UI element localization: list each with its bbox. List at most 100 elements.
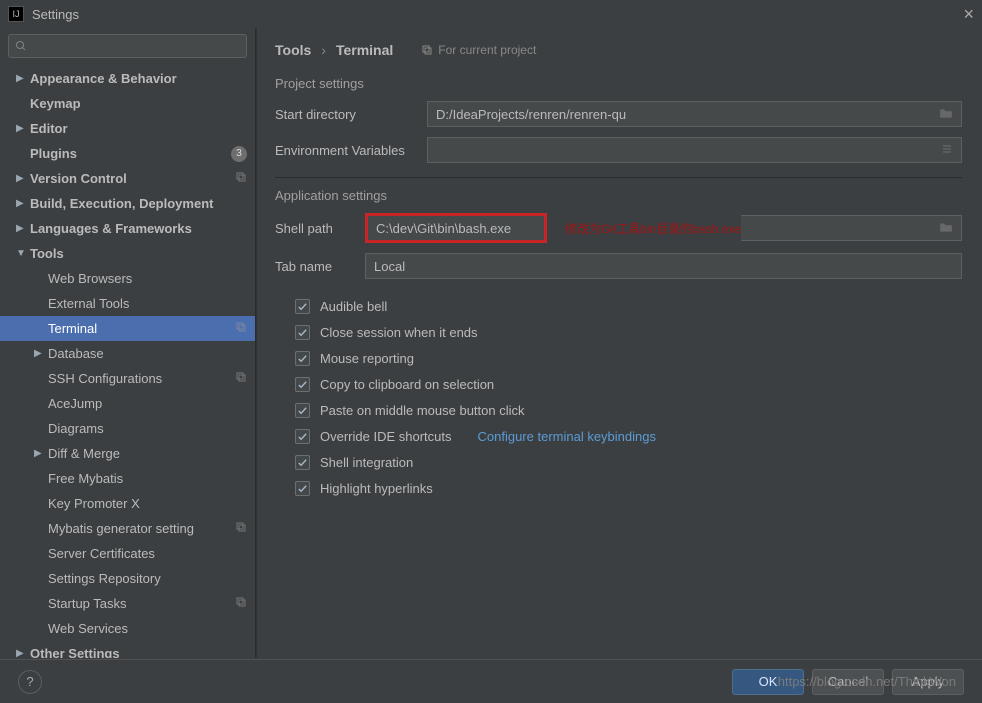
sidebar-item-build-execution-deployment[interactable]: ▶Build, Execution, Deployment xyxy=(0,191,255,216)
checkbox[interactable] xyxy=(295,351,310,366)
sidebar-item-label: Diagrams xyxy=(48,421,104,436)
tree-arrow-icon: ▶ xyxy=(34,348,46,359)
sidebar-item-label: Free Mybatis xyxy=(48,471,123,486)
row-tab-name: Tab name Local xyxy=(275,253,962,279)
env-variables-input[interactable] xyxy=(427,137,962,163)
section-application-settings: Application settings xyxy=(275,188,962,203)
sidebar-item-settings-repository[interactable]: Settings Repository xyxy=(0,566,255,591)
tree-arrow-icon: ▶ xyxy=(16,223,28,234)
sidebar-item-diagrams[interactable]: Diagrams xyxy=(0,416,255,441)
checkbox-list: Audible bellClose session when it endsMo… xyxy=(275,293,962,501)
shell-path-annotation: 修改为Git工具bin目录的bash.exe xyxy=(565,220,741,237)
tree-arrow-icon: ▶ xyxy=(16,173,28,184)
sidebar-item-label: Editor xyxy=(30,121,68,136)
checkbox-label: Audible bell xyxy=(320,299,387,314)
sidebar-item-label: Web Services xyxy=(48,621,128,636)
sidebar-item-appearance-behavior[interactable]: ▶Appearance & Behavior xyxy=(0,66,255,91)
main-panel: Tools › Terminal For current project Pro… xyxy=(256,28,982,658)
sidebar-item-server-certificates[interactable]: Server Certificates xyxy=(0,541,255,566)
copy-icon xyxy=(235,171,247,186)
sidebar-item-label: Keymap xyxy=(30,96,81,111)
sidebar-item-startup-tasks[interactable]: Startup Tasks xyxy=(0,591,255,616)
apply-button[interactable]: Apply xyxy=(892,669,964,695)
sidebar-item-other-settings[interactable]: ▶Other Settings xyxy=(0,641,255,658)
search-input[interactable] xyxy=(8,34,247,58)
row-environment-variables: Environment Variables xyxy=(275,137,962,163)
sidebar-item-free-mybatis[interactable]: Free Mybatis xyxy=(0,466,255,491)
sidebar-item-ssh-configurations[interactable]: SSH Configurations xyxy=(0,366,255,391)
sidebar: ▶Appearance & BehaviorKeymap▶EditorPlugi… xyxy=(0,28,256,658)
copy-icon xyxy=(421,44,433,56)
sidebar-item-acejump[interactable]: AceJump xyxy=(0,391,255,416)
sidebar-item-plugins[interactable]: Plugins3 xyxy=(0,141,255,166)
copy-icon xyxy=(235,371,247,386)
sidebar-item-tools[interactable]: ▼Tools xyxy=(0,241,255,266)
sidebar-item-label: AceJump xyxy=(48,396,102,411)
sidebar-item-languages-frameworks[interactable]: ▶Languages & Frameworks xyxy=(0,216,255,241)
start-directory-label: Start directory xyxy=(275,107,427,122)
checkbox-label: Shell integration xyxy=(320,455,413,470)
sidebar-item-label: Plugins xyxy=(30,146,77,161)
sidebar-item-web-browsers[interactable]: Web Browsers xyxy=(0,266,255,291)
sidebar-item-keymap[interactable]: Keymap xyxy=(0,91,255,116)
list-icon[interactable] xyxy=(941,143,953,158)
checkbox[interactable] xyxy=(295,403,310,418)
sidebar-item-label: Appearance & Behavior xyxy=(30,71,177,86)
configure-keybindings-link[interactable]: Configure terminal keybindings xyxy=(478,429,656,444)
check-row-mouse-reporting: Mouse reporting xyxy=(295,345,962,371)
env-variables-label: Environment Variables xyxy=(275,143,427,158)
sidebar-item-label: SSH Configurations xyxy=(48,371,162,386)
checkbox-label: Highlight hyperlinks xyxy=(320,481,433,496)
tree-arrow-icon: ▶ xyxy=(16,648,28,658)
shell-path-input-tail[interactable] xyxy=(741,215,962,241)
dialog-footer: ? OK Cancel Apply xyxy=(0,659,982,703)
close-icon[interactable]: × xyxy=(963,4,974,25)
cancel-button[interactable]: Cancel xyxy=(812,669,884,695)
sidebar-item-label: Settings Repository xyxy=(48,571,161,586)
folder-icon[interactable] xyxy=(939,221,953,236)
sidebar-item-label: Terminal xyxy=(48,321,97,336)
copy-icon xyxy=(235,596,247,611)
checkbox[interactable] xyxy=(295,429,310,444)
sidebar-item-label: Mybatis generator setting xyxy=(48,521,194,536)
checkbox[interactable] xyxy=(295,377,310,392)
check-row-override-ide-shortcuts: Override IDE shortcuts Configure terminal… xyxy=(295,423,962,449)
tree-arrow-icon: ▶ xyxy=(34,448,46,459)
checkbox-label: Copy to clipboard on selection xyxy=(320,377,494,392)
sidebar-item-label: Key Promoter X xyxy=(48,496,140,511)
sidebar-item-external-tools[interactable]: External Tools xyxy=(0,291,255,316)
checkbox[interactable] xyxy=(295,299,310,314)
start-directory-input[interactable]: D:/IdeaProjects/renren/renren-qu xyxy=(427,101,962,127)
row-shell-path: Shell path C:\dev\Git\bin\bash.exe 修改为Gi… xyxy=(275,213,962,243)
checkbox[interactable] xyxy=(295,325,310,340)
sidebar-item-diff-merge[interactable]: ▶Diff & Merge xyxy=(0,441,255,466)
check-row-shell-integration: Shell integration xyxy=(295,449,962,475)
sidebar-item-database[interactable]: ▶Database xyxy=(0,341,255,366)
sidebar-item-editor[interactable]: ▶Editor xyxy=(0,116,255,141)
copy-icon xyxy=(235,521,247,536)
tab-name-label: Tab name xyxy=(275,259,365,274)
search-icon xyxy=(15,40,27,52)
sidebar-item-label: Startup Tasks xyxy=(48,596,127,611)
folder-icon[interactable] xyxy=(939,107,953,122)
sidebar-item-key-promoter-x[interactable]: Key Promoter X xyxy=(0,491,255,516)
chevron-right-icon: › xyxy=(321,42,326,58)
sidebar-item-web-services[interactable]: Web Services xyxy=(0,616,255,641)
breadcrumb-current: Terminal xyxy=(336,42,393,58)
sidebar-item-version-control[interactable]: ▶Version Control xyxy=(0,166,255,191)
breadcrumb-root[interactable]: Tools xyxy=(275,42,311,58)
checkbox[interactable] xyxy=(295,455,310,470)
sidebar-item-terminal[interactable]: Terminal xyxy=(0,316,255,341)
sidebar-item-mybatis-generator-setting[interactable]: Mybatis generator setting xyxy=(0,516,255,541)
checkbox[interactable] xyxy=(295,481,310,496)
row-start-directory: Start directory D:/IdeaProjects/renren/r… xyxy=(275,101,962,127)
copy-icon xyxy=(235,321,247,336)
check-row-highlight-hyperlinks: Highlight hyperlinks xyxy=(295,475,962,501)
checkbox-label: Override IDE shortcuts xyxy=(320,429,452,444)
tree-arrow-icon: ▶ xyxy=(16,123,28,134)
section-project-settings: Project settings xyxy=(275,76,962,91)
tab-name-input[interactable]: Local xyxy=(365,253,962,279)
shell-path-input[interactable]: C:\dev\Git\bin\bash.exe xyxy=(365,213,547,243)
help-button[interactable]: ? xyxy=(18,670,42,694)
ok-button[interactable]: OK xyxy=(732,669,804,695)
